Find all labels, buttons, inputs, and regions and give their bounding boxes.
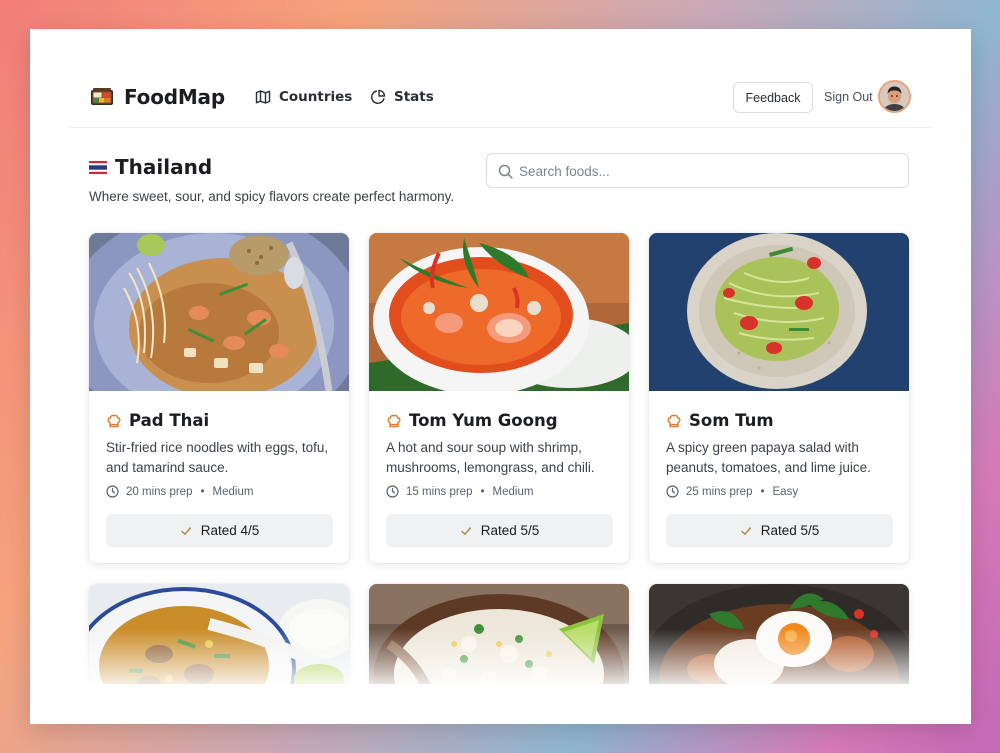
nav-countries[interactable]: Countries — [255, 89, 352, 105]
food-meta: 15 mins prep • Medium — [386, 485, 533, 498]
clock-icon — [106, 485, 119, 498]
chef-hat-icon — [106, 413, 122, 429]
difficulty: Medium — [492, 485, 534, 498]
search-input[interactable] — [519, 160, 899, 182]
search-box[interactable] — [486, 153, 909, 188]
food-meta: 25 mins prep • Easy — [666, 485, 798, 498]
rating-button[interactable]: Rated 5/5 — [386, 514, 613, 547]
meta-separator: • — [200, 485, 205, 498]
feedback-button[interactable]: Feedback — [733, 82, 813, 113]
food-card-curry[interactable] — [89, 584, 349, 694]
nav-stats-label: Stats — [394, 89, 434, 105]
food-title: Som Tum — [689, 411, 774, 430]
food-title-row: Som Tum — [666, 411, 774, 430]
food-image-tom-yum-goong — [369, 233, 629, 391]
bento-box-icon — [90, 85, 114, 109]
food-meta: 20 mins prep • Medium — [106, 485, 253, 498]
prep-time: 25 mins prep — [686, 485, 753, 498]
clock-icon — [386, 485, 399, 498]
country-name: Thailand — [115, 155, 213, 179]
food-image-som-tum — [649, 233, 909, 391]
chef-hat-icon — [386, 413, 402, 429]
meta-separator: • — [480, 485, 485, 498]
food-description: A spicy green papaya salad with peanuts,… — [666, 440, 871, 475]
nav-stats[interactable]: Stats — [370, 89, 434, 105]
food-title-row: Tom Yum Goong — [386, 411, 558, 430]
food-title: Pad Thai — [129, 411, 210, 430]
map-icon — [255, 89, 271, 105]
thailand-flag-icon — [89, 160, 107, 174]
country-description: Where sweet, sour, and spicy flavors cre… — [89, 189, 455, 204]
difficulty: Medium — [212, 485, 254, 498]
check-icon — [740, 525, 752, 537]
food-image-curry — [89, 584, 349, 694]
sign-out-link[interactable]: Sign Out — [824, 90, 873, 104]
food-description: Stir-fried rice noodles with eggs, tofu,… — [106, 440, 329, 475]
food-card-som-tum[interactable]: Som Tum A spicy green papaya salad with … — [649, 233, 909, 563]
nav-countries-label: Countries — [279, 89, 353, 105]
rating-label: Rated 5/5 — [760, 523, 820, 538]
country-heading: Thailand — [89, 155, 212, 179]
check-icon — [460, 525, 472, 537]
app-window: FoodMap Countries Stats Feedback Sign Ou… — [30, 29, 971, 724]
prep-time: 20 mins prep — [126, 485, 193, 498]
check-icon — [180, 525, 192, 537]
food-image-pad-thai — [89, 233, 349, 391]
meta-separator: • — [760, 485, 765, 498]
top-navbar: FoodMap Countries Stats Feedback Sign Ou… — [69, 29, 932, 128]
pie-chart-icon — [370, 89, 386, 105]
food-card-tom-yum-goong[interactable]: Tom Yum Goong A hot and sour soup with s… — [369, 233, 629, 563]
rating-label: Rated 5/5 — [480, 523, 540, 538]
difficulty: Easy — [772, 485, 799, 498]
rating-button[interactable]: Rated 5/5 — [666, 514, 893, 547]
window-bottom — [30, 684, 971, 724]
food-card-pad-thai[interactable]: Pad Thai Stir-fried rice noodles with eg… — [89, 233, 349, 563]
clock-icon — [666, 485, 679, 498]
food-title-row: Pad Thai — [106, 411, 209, 430]
chef-hat-icon — [666, 413, 682, 429]
food-image-basil-stir-fry — [649, 584, 909, 694]
brand[interactable]: FoodMap — [90, 85, 225, 109]
food-card-fried-rice[interactable] — [369, 584, 629, 694]
avatar[interactable] — [878, 80, 911, 113]
prep-time: 15 mins prep — [406, 485, 473, 498]
app-name: FoodMap — [124, 85, 225, 109]
rating-label: Rated 4/5 — [200, 523, 260, 538]
food-image-fried-rice — [369, 584, 629, 694]
food-card-basil-stir-fry[interactable] — [649, 584, 909, 694]
rating-button[interactable]: Rated 4/5 — [106, 514, 333, 547]
search-icon — [498, 164, 513, 179]
food-description: A hot and sour soup with shrimp, mushroo… — [386, 440, 595, 475]
food-title: Tom Yum Goong — [409, 411, 558, 430]
